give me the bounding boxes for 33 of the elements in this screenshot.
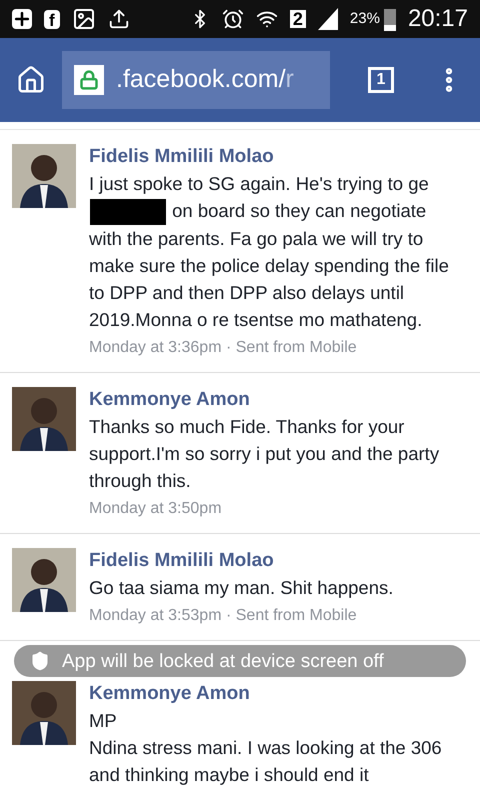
message-time: Monday at 3:36pm · Sent from Mobile [89, 338, 358, 358]
url-field[interactable]: .facebook.com/r [62, 51, 330, 109]
notification-logo: f [44, 10, 60, 28]
shield-icon [30, 651, 50, 671]
alarm-icon [222, 8, 244, 30]
home-icon[interactable] [16, 65, 46, 95]
message-time: Monday at 3:53pm · Sent from Mobile [89, 606, 358, 626]
avatar [12, 387, 76, 452]
toast-text: App will be locked at device screen off [62, 652, 384, 670]
avatar [12, 681, 76, 746]
tab-count[interactable]: 1 [368, 67, 394, 93]
sender-name[interactable]: Kemmonye Amon [89, 387, 463, 414]
clock: 20:17 [408, 4, 468, 34]
sim-label: 2 [290, 10, 306, 28]
url-text: .facebook.com/r [116, 64, 294, 96]
avatar [12, 144, 76, 208]
lock-icon [74, 65, 104, 95]
message-text: Go taa siama my man. Shit happens. [89, 576, 394, 600]
message-text: I just spoke to SG again. He's trying to ge on board so they can negotiate with the parents. Fa go pala we will try to make sure the police delay spending the file to DPP and then DPP also delays until 2019.Monna o re tsentse mo mathateng. [89, 172, 450, 332]
signal-icon [318, 8, 338, 30]
sender-name[interactable]: Fidelis Mmilili Molao [89, 144, 463, 170]
message-text: MP [89, 709, 118, 734]
notification-icon [12, 9, 32, 29]
sender-name[interactable]: Kemmonye Amon [89, 681, 463, 708]
battery-percent: 23% [350, 8, 380, 29]
message-time: Monday at 3:50pm [89, 499, 223, 520]
battery-icon [384, 7, 396, 31]
image-icon [72, 7, 96, 31]
upload-icon [108, 8, 130, 30]
sender-name[interactable]: Fidelis Mmilili Molao [89, 548, 463, 574]
avatar [12, 548, 76, 612]
message-text: Ndina stress mani. I was looking at the 306 and thinking maybe i should end it [89, 736, 443, 788]
message-text: Thanks so much Fide. Thanks for your support.I'm so sorry i put you and the party through this. [89, 415, 440, 494]
